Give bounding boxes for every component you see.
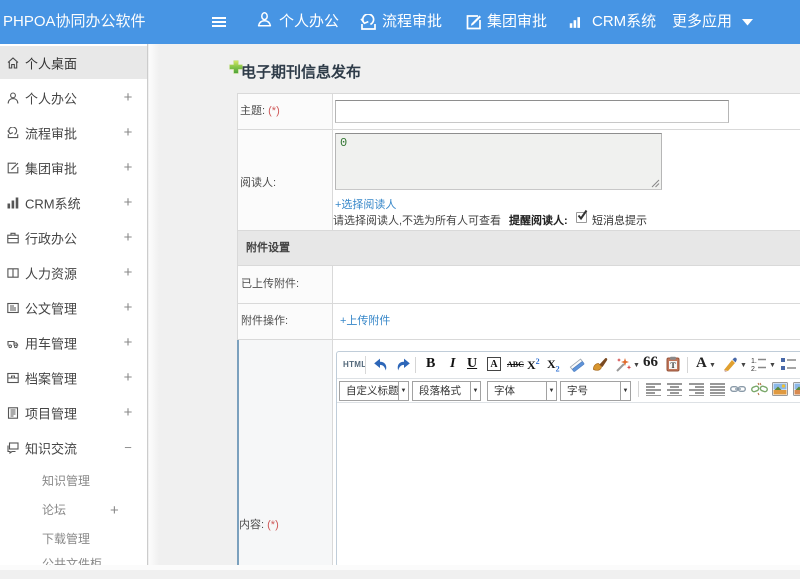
svg-text:1.: 1. bbox=[751, 358, 757, 365]
svg-text:T: T bbox=[670, 361, 676, 370]
svg-text:2.: 2. bbox=[751, 366, 757, 372]
